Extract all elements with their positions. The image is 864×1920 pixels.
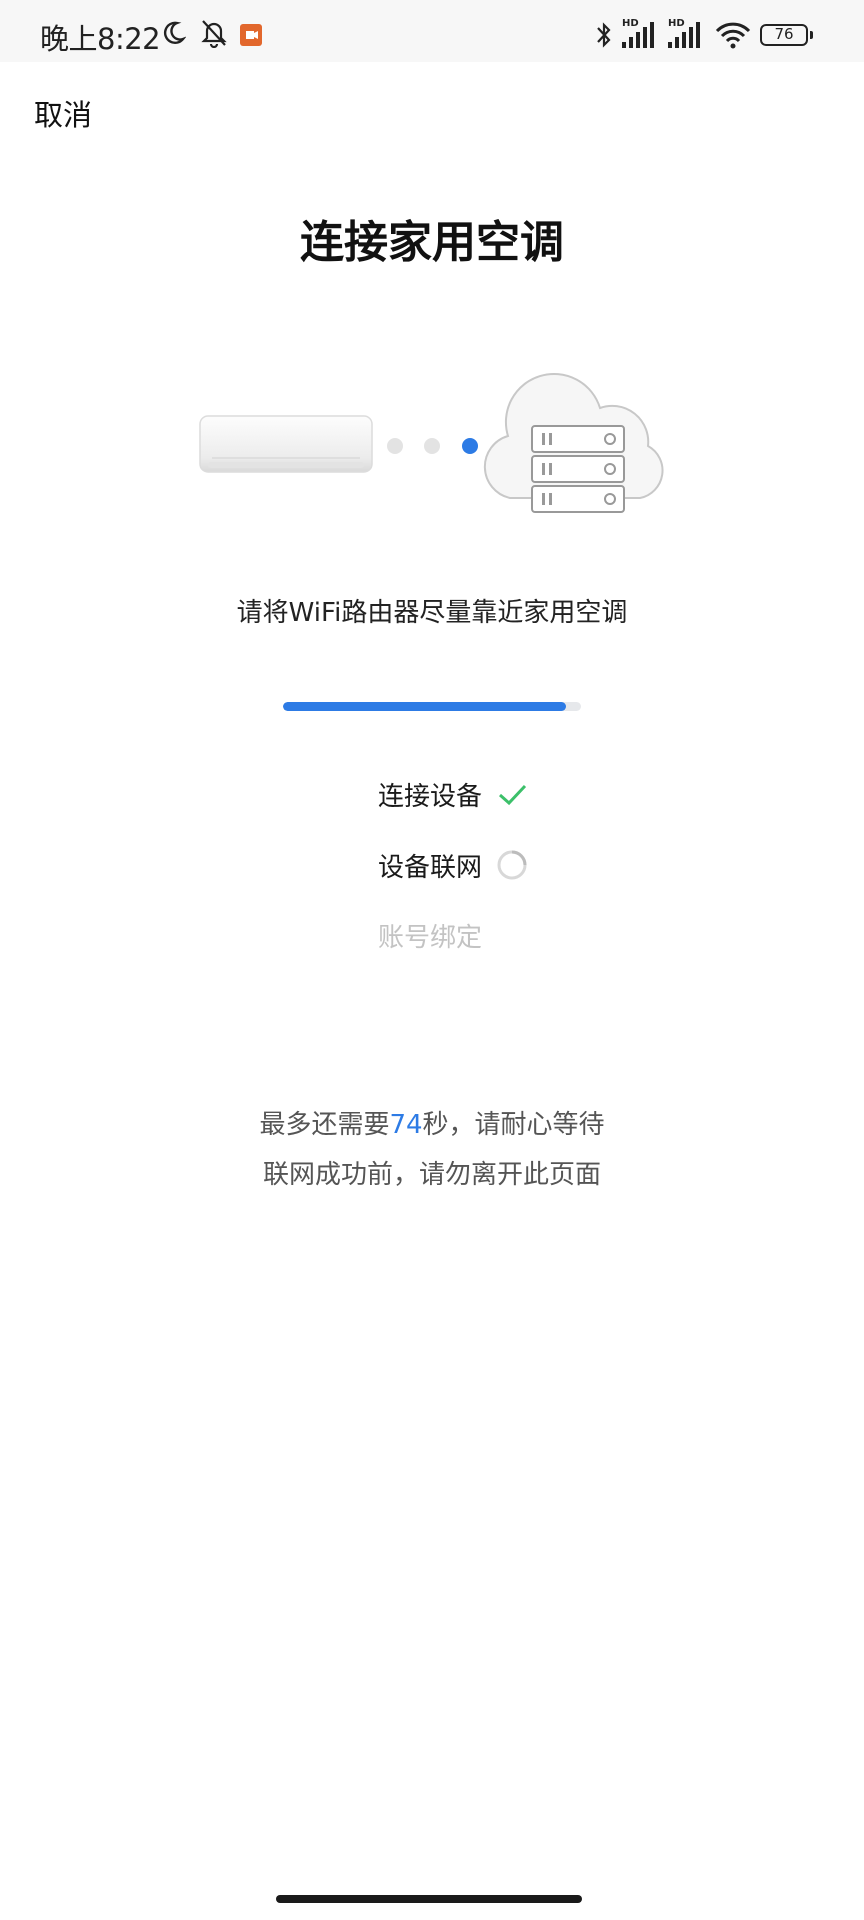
step-label: 连接设备 [378,781,483,812]
wait-message-line1: 最多还需要74秒，请耐心等待 [0,1104,864,1141]
wait-suffix: 秒，请耐心等待 [422,1110,605,1140]
instruction-text: 请将WiFi路由器尽量靠近家用空调 [236,598,628,628]
moon-icon [163,21,186,44]
connection-illustration [199,372,664,513]
home-indicator[interactable] [276,1895,582,1903]
air-conditioner-icon [199,415,373,473]
wifi-icon [715,22,751,49]
wait-message-line2: 联网成功前，请勿离开此页面 [262,1160,601,1190]
app-notification-icon [240,24,262,46]
bell-off-icon [201,20,227,48]
step-label: 账号绑定 [378,922,483,953]
battery-level: 76 [774,25,794,43]
progress-bar [283,702,581,711]
remaining-seconds: 74 [389,1110,423,1140]
step-label: 设备联网 [378,852,483,883]
signal-icon: HD [668,18,708,50]
check-icon [499,784,527,806]
spinner-icon [497,850,527,880]
step-device-network: 设备联网 [378,845,528,885]
cancel-button[interactable]: 取消 [34,92,92,134]
step-account-binding: 账号绑定 [378,915,482,955]
wait-prefix: 最多还需要 [259,1110,390,1140]
step-connect-device: 连接设备 [378,774,528,814]
battery-icon: 76 [760,24,813,46]
connection-dots-icon [387,438,478,454]
page-title: 连接家用空调 [300,217,564,268]
progress-fill [283,702,567,711]
status-bar: 晚上8:22 HD HD 76 [0,0,864,62]
bluetooth-icon [597,22,611,48]
cloud-server-icon [483,372,664,513]
signal-icon: HD [622,18,662,50]
status-time: 晚上8:22 [40,22,161,56]
